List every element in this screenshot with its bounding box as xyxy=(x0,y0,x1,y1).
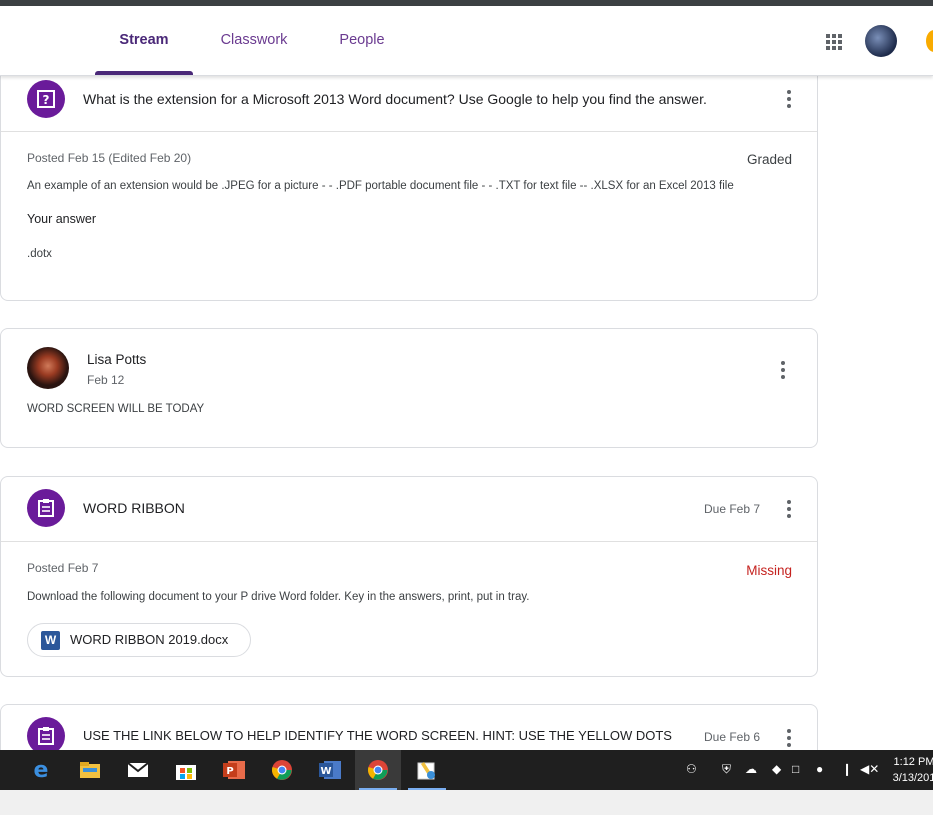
question-assignment-icon: ? xyxy=(27,80,65,118)
status-badge: Graded xyxy=(746,152,792,167)
card-divider xyxy=(1,541,817,542)
announcement-text: WORD SCREEN WILL BE TODAY xyxy=(27,403,205,415)
windows-taskbar: e P W ⚇ ⛨ ☁ ◆ □ ● ❙ ◀✕ 1:12 PM 3/13/201 xyxy=(0,750,933,790)
tab-classwork[interactable]: Classwork xyxy=(207,6,301,75)
security-shield-icon[interactable]: ⛨ xyxy=(722,762,731,777)
author-name[interactable]: Lisa Potts xyxy=(87,352,146,367)
assignment-description: An example of an extension would be .JPE… xyxy=(27,180,734,192)
mail-icon[interactable] xyxy=(115,750,161,790)
word-icon[interactable]: W xyxy=(307,750,353,790)
clock-time: 1:12 PM xyxy=(893,756,933,768)
svg-text:?: ? xyxy=(43,93,50,107)
more-options-icon[interactable] xyxy=(787,90,791,108)
tab-people[interactable]: People xyxy=(327,6,397,75)
app-tray-icon[interactable]: ● xyxy=(816,762,823,776)
account-badge[interactable] xyxy=(926,30,933,52)
system-clock[interactable]: 1:12 PM 3/13/201 xyxy=(884,754,933,786)
tab-stream[interactable]: Stream xyxy=(95,6,193,75)
bluetooth-icon[interactable]: ❙ xyxy=(842,762,852,776)
volume-muted-icon[interactable]: ◀✕ xyxy=(860,762,879,776)
assignment-description: Download the following document to your … xyxy=(27,591,530,603)
network-icon[interactable]: □ xyxy=(792,762,799,776)
app-header: Stream Classwork People xyxy=(0,6,933,76)
question-card: ? What is the extension for a Microsoft … xyxy=(0,60,818,301)
word-doc-icon: W xyxy=(41,631,60,650)
paint-icon[interactable] xyxy=(404,750,450,790)
question-title[interactable]: What is the extension for a Microsoft 20… xyxy=(83,91,707,107)
svg-text:W: W xyxy=(320,766,331,777)
attachment-name: WORD RIBBON 2019.docx xyxy=(70,632,229,647)
chrome-icon[interactable] xyxy=(259,750,305,790)
svg-text:P: P xyxy=(226,766,233,777)
svg-text:e: e xyxy=(34,759,49,781)
posted-date: Posted Feb 7 xyxy=(27,561,99,575)
posted-date: Posted Feb 15 (Edited Feb 20) xyxy=(27,151,192,165)
clock-date: 3/13/201 xyxy=(892,772,933,784)
onedrive-icon[interactable]: ☁ xyxy=(745,762,757,776)
announcement-date: Feb 12 xyxy=(87,373,125,387)
edge-icon[interactable]: e xyxy=(18,750,64,790)
announcement-card: Lisa Potts Feb 12 WORD SCREEN WILL BE TO… xyxy=(0,328,818,448)
bottom-strip xyxy=(0,790,933,815)
more-options-icon[interactable] xyxy=(787,729,791,747)
due-date: Due Feb 7 xyxy=(704,502,761,516)
apps-grid-icon[interactable] xyxy=(826,34,842,50)
location-icon[interactable]: ◆ xyxy=(772,762,781,776)
people-icon[interactable]: ⚇ xyxy=(686,762,697,776)
user-avatar[interactable] xyxy=(865,25,897,57)
store-icon[interactable] xyxy=(163,750,209,790)
powerpoint-icon[interactable]: P xyxy=(211,750,257,790)
assignment-title[interactable]: WORD RIBBON xyxy=(83,500,185,516)
assignment-icon xyxy=(27,489,65,527)
answer-value: .dotx xyxy=(27,248,52,260)
attachment-chip[interactable]: W WORD RIBBON 2019.docx xyxy=(27,623,251,657)
more-options-icon[interactable] xyxy=(781,361,785,379)
file-explorer-icon[interactable] xyxy=(67,750,113,790)
card-divider xyxy=(1,131,817,132)
word-ribbon-card: WORD RIBBON Due Feb 7 Posted Feb 7 Missi… xyxy=(0,476,818,677)
chrome-icon[interactable] xyxy=(355,750,401,790)
your-answer-label: Your answer xyxy=(27,212,97,226)
more-options-icon[interactable] xyxy=(787,500,791,518)
status-badge: Missing xyxy=(746,563,792,578)
assignment-title[interactable]: USE THE LINK BELOW TO HELP IDENTIFY THE … xyxy=(83,728,672,743)
due-date: Due Feb 6 xyxy=(704,730,761,744)
author-avatar xyxy=(27,347,69,389)
